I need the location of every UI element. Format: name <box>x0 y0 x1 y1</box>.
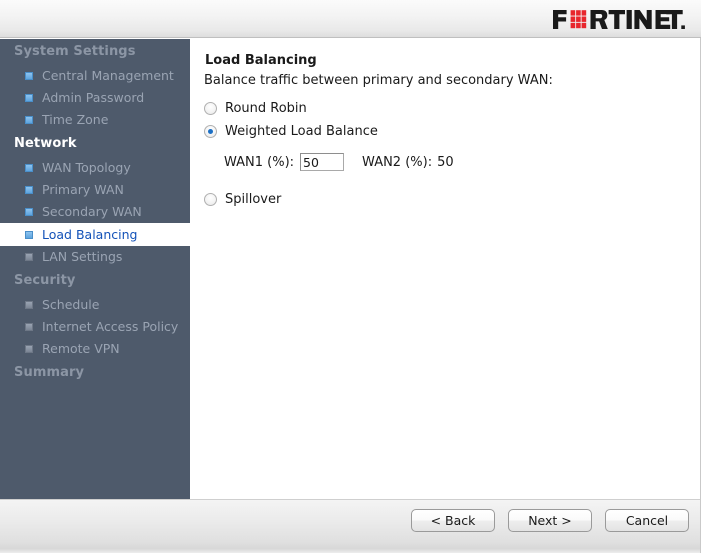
sidebar-item-schedule[interactable]: Schedule <box>0 294 190 316</box>
sidebar-item-wan-topology[interactable]: WAN Topology <box>0 157 190 179</box>
radio-icon[interactable] <box>204 102 217 115</box>
back-button[interactable]: < Back <box>411 509 495 532</box>
cancel-button[interactable]: Cancel <box>605 509 689 532</box>
sidebar-item-label: Internet Access Policy <box>42 316 178 338</box>
app-header <box>0 0 701 38</box>
sidebar-item-central-management[interactable]: Central Management <box>0 65 190 87</box>
sidebar-item-admin-password[interactable]: Admin Password <box>0 87 190 109</box>
sidebar-item-lan-settings[interactable]: LAN Settings <box>0 246 190 268</box>
radio-option-weighted-load-balance[interactable]: Weighted Load Balance <box>204 124 378 139</box>
wan2-percent-value: 50 <box>437 155 454 170</box>
next-button[interactable]: Next > <box>508 509 592 532</box>
sidebar-item-secondary-wan[interactable]: Secondary WAN <box>0 201 190 223</box>
footer-button-bar: < Back Next > Cancel <box>411 509 689 532</box>
bullet-icon <box>25 94 33 102</box>
bullet-icon <box>25 323 33 331</box>
sidebar-item-load-balancing[interactable]: Load Balancing <box>0 223 190 246</box>
sidebar-item-label: Load Balancing <box>42 223 137 246</box>
radio-label: Spillover <box>225 192 281 207</box>
wan1-percent-input[interactable] <box>300 153 344 171</box>
sidebar-item-time-zone[interactable]: Time Zone <box>0 109 190 131</box>
bullet-icon <box>25 164 33 172</box>
sidebar-item-remote-vpn[interactable]: Remote VPN <box>0 338 190 360</box>
sidebar-group-system-settings: System Settings <box>0 39 190 65</box>
main-content: Load Balancing Balance traffic between p… <box>191 39 700 499</box>
bullet-icon <box>25 301 33 309</box>
bullet-icon <box>25 253 33 261</box>
sidebar-item-label: LAN Settings <box>42 246 122 268</box>
radio-option-spillover[interactable]: Spillover <box>204 192 281 207</box>
bullet-icon <box>25 116 33 124</box>
sidebar-item-label: Schedule <box>42 294 99 316</box>
sidebar-group-security: Security <box>0 268 190 294</box>
sidebar-group-summary: Summary <box>0 360 190 386</box>
weight-fields-row: WAN1 (%): WAN2 (%): 50 <box>224 153 454 171</box>
sidebar-group-network: Network <box>0 131 190 157</box>
wizard-sidebar: System Settings Central Management Admin… <box>0 39 190 499</box>
sidebar-item-label: Admin Password <box>42 87 144 109</box>
bullet-icon <box>25 208 33 216</box>
wizard-footer: < Back Next > Cancel <box>0 499 700 553</box>
radio-option-round-robin[interactable]: Round Robin <box>204 101 307 116</box>
wan2-label: WAN2 (%): <box>362 155 432 170</box>
radio-icon-selected[interactable] <box>204 125 217 138</box>
sidebar-item-label: Central Management <box>42 65 174 87</box>
radio-icon[interactable] <box>204 193 217 206</box>
setup-wizard-window: System Settings Central Management Admin… <box>0 0 701 553</box>
bullet-icon <box>25 72 33 80</box>
sidebar-item-label: Secondary WAN <box>42 201 142 223</box>
sidebar-item-label: Primary WAN <box>42 179 124 201</box>
radio-label: Round Robin <box>225 101 307 116</box>
sidebar-item-internet-access-policy[interactable]: Internet Access Policy <box>0 316 190 338</box>
wan2-group: WAN2 (%): 50 <box>362 155 454 170</box>
fortinet-logo <box>553 9 685 30</box>
page-subtitle: Balance traffic between primary and seco… <box>204 73 553 88</box>
bullet-icon <box>25 186 33 194</box>
page-title: Load Balancing <box>205 53 317 68</box>
wan1-label: WAN1 (%): <box>224 155 294 170</box>
bullet-icon <box>25 231 33 239</box>
sidebar-item-primary-wan[interactable]: Primary WAN <box>0 179 190 201</box>
bullet-icon <box>25 345 33 353</box>
sidebar-item-label: Time Zone <box>42 109 108 131</box>
radio-label: Weighted Load Balance <box>225 124 378 139</box>
sidebar-item-label: Remote VPN <box>42 338 120 360</box>
sidebar-item-label: WAN Topology <box>42 157 131 179</box>
